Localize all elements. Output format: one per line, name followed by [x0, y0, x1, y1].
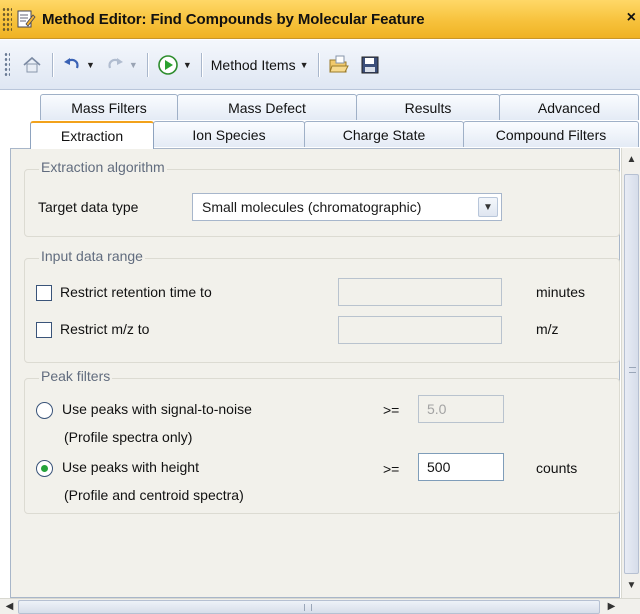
tab-ion-species[interactable]: Ion Species — [153, 121, 305, 147]
toolbar-separator — [200, 52, 202, 77]
restrict-retention-time-checkbox[interactable] — [36, 285, 52, 301]
height-operator: >= — [383, 461, 400, 477]
retention-time-field[interactable] — [338, 278, 502, 306]
redo-button[interactable]: ▼ — [100, 50, 143, 80]
height-label: Use peaks with height — [62, 459, 199, 475]
run-icon — [158, 54, 178, 75]
grip-icon — [304, 604, 312, 611]
mz-field[interactable] — [338, 316, 502, 344]
tab-compound-filters[interactable]: Compound Filters — [463, 121, 639, 147]
chevron-right-icon[interactable]: ▶ — [604, 599, 619, 614]
tab-mass-filters[interactable]: Mass Filters — [40, 94, 178, 120]
target-data-type-value: Small molecules (chromatographic) — [202, 199, 422, 215]
restrict-mz-checkbox[interactable] — [36, 322, 52, 338]
tab-results[interactable]: Results — [356, 94, 500, 120]
horizontal-scroll-thumb[interactable] — [18, 600, 600, 614]
window-title: Method Editor: Find Compounds by Molecul… — [42, 10, 425, 28]
save-button[interactable] — [355, 50, 385, 80]
height-radio[interactable] — [36, 460, 53, 477]
chevron-down-icon[interactable]: ▼ — [86, 60, 95, 70]
retention-time-unit: minutes — [536, 284, 586, 300]
mz-unit: m/z — [536, 321, 559, 337]
save-icon — [361, 56, 379, 73]
home-icon — [23, 56, 41, 72]
tab-extraction[interactable]: Extraction — [30, 121, 154, 149]
chevron-up-icon[interactable]: ▲ — [624, 152, 639, 167]
tab-row-1: Mass Filters Mass Defect Results Advance… — [40, 94, 640, 120]
home-button[interactable] — [16, 50, 48, 80]
snr-radio[interactable] — [36, 402, 53, 419]
toolbar: ▼ ▼ ▼ Method Items ▼ — [0, 40, 640, 90]
open-button[interactable] — [323, 50, 355, 80]
method-items-label: Method Items — [210, 56, 296, 73]
tab-row-2: Extraction Ion Species Charge State Comp… — [30, 121, 640, 149]
height-note: (Profile and centroid spectra) — [64, 487, 244, 503]
height-value: 500 — [427, 459, 451, 475]
target-data-type-select[interactable]: Small molecules (chromatographic) ▼ — [192, 193, 502, 221]
toolbar-grip[interactable] — [4, 51, 10, 78]
toolbar-separator — [146, 52, 148, 77]
tab-charge-state[interactable]: Charge State — [304, 121, 464, 147]
restrict-mz-label: Restrict m/z to — [60, 321, 150, 337]
chevron-down-icon[interactable]: ▼ — [624, 578, 639, 593]
undo-button[interactable]: ▼ — [57, 50, 100, 80]
snr-note: (Profile spectra only) — [64, 429, 193, 445]
group-title: Extraction algorithm — [39, 159, 167, 175]
input-data-range-group: Input data range — [24, 248, 620, 363]
snr-operator: >= — [383, 402, 400, 418]
run-button[interactable]: ▼ — [152, 50, 197, 80]
chevron-down-icon: ▼ — [299, 59, 309, 70]
horizontal-scrollbar[interactable]: ◀ ▶ — [0, 598, 640, 614]
snr-label: Use peaks with signal-to-noise — [62, 401, 252, 417]
snr-field[interactable]: 5.0 — [418, 395, 504, 423]
chevron-left-icon[interactable]: ◀ — [2, 599, 17, 614]
chevron-down-icon[interactable]: ▼ — [478, 197, 498, 217]
vertical-scrollbar[interactable]: ▲ ▼ — [621, 148, 640, 598]
undo-icon — [64, 57, 79, 68]
tab-advanced[interactable]: Advanced — [499, 94, 639, 120]
redo-icon — [108, 57, 123, 68]
title-bar: Method Editor: Find Compounds by Molecul… — [0, 0, 640, 39]
chevron-down-icon[interactable]: ▼ — [129, 60, 138, 70]
restrict-retention-time-label: Restrict retention time to — [60, 284, 212, 300]
title-grip[interactable] — [2, 7, 12, 31]
grip-icon — [629, 367, 636, 373]
snr-value: 5.0 — [427, 401, 447, 417]
vertical-scroll-thumb[interactable] — [624, 174, 639, 574]
toolbar-separator — [317, 52, 319, 77]
toolbar-separator — [52, 52, 53, 77]
chevron-down-icon[interactable]: ▼ — [183, 60, 192, 70]
method-items-menu[interactable]: Method Items ▼ — [206, 50, 314, 80]
height-field[interactable]: 500 — [418, 453, 504, 481]
group-title: Peak filters — [39, 368, 113, 384]
target-data-type-label: Target data type — [38, 199, 139, 215]
group-title: Input data range — [39, 248, 145, 264]
tab-mass-defect[interactable]: Mass Defect — [177, 94, 357, 120]
close-icon[interactable]: × — [627, 9, 636, 27]
open-icon — [328, 55, 349, 72]
method-editor-icon — [17, 10, 36, 28]
height-unit: counts — [536, 460, 578, 476]
